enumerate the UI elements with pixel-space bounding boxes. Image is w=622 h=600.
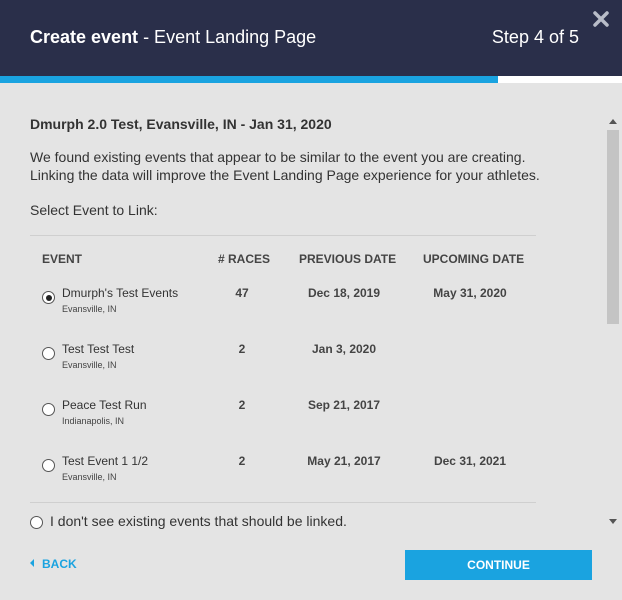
- event-races: 2: [238, 454, 246, 468]
- progress-bar-fill: [0, 76, 498, 83]
- scroll-up-arrow-icon[interactable]: [609, 119, 617, 124]
- event-previous-date: May 21, 2017: [307, 454, 381, 468]
- col-header-upcoming-date: UPCOMING DATE: [423, 252, 525, 266]
- event-races: 2: [238, 342, 246, 356]
- modal-content: Dmurph 2.0 Test, Evansville, IN - Jan 31…: [0, 83, 604, 530]
- no-match-radio[interactable]: [30, 516, 43, 529]
- event-location: Evansville, IN: [62, 360, 117, 370]
- event-radio[interactable]: [42, 291, 55, 304]
- col-header-event: EVENT: [42, 252, 83, 266]
- event-heading: Dmurph 2.0 Test, Evansville, IN - Jan 31…: [30, 116, 332, 132]
- table-bottom-divider: [30, 502, 536, 503]
- back-button[interactable]: BACK: [30, 557, 77, 571]
- table-header: EVENT # RACES PREVIOUS DATE UPCOMING DAT…: [30, 236, 536, 278]
- col-header-previous-date: PREVIOUS DATE: [299, 252, 397, 266]
- step-indicator: Step 4 of 5: [491, 27, 579, 47]
- continue-button[interactable]: CONTINUE: [405, 550, 592, 580]
- event-previous-date: Dec 18, 2019: [307, 286, 381, 300]
- event-upcoming-date: Dec 31, 2021: [433, 454, 507, 468]
- event-name: Test Test Test: [62, 342, 135, 356]
- event-table: EVENT # RACES PREVIOUS DATE UPCOMING DAT…: [30, 235, 536, 503]
- event-previous-date: Jan 3, 2020: [311, 342, 377, 356]
- event-radio[interactable]: [42, 347, 55, 360]
- chevron-left-icon: [30, 559, 34, 567]
- scroll-down-arrow-icon[interactable]: [609, 519, 617, 524]
- event-name: Dmurph's Test Events: [62, 286, 179, 300]
- modal-title: Create event - Event Landing Page: [30, 27, 316, 48]
- event-upcoming-date: May 31, 2020: [433, 286, 507, 300]
- table-row[interactable]: Test Test Test Evansville, IN 2 Jan 3, 2…: [30, 334, 536, 390]
- event-races: 2: [238, 398, 246, 412]
- event-location: Evansville, IN: [62, 304, 117, 314]
- table-row[interactable]: Test Event 1 1/2 Evansville, IN 2 May 21…: [30, 446, 536, 502]
- event-radio[interactable]: [42, 459, 55, 472]
- event-radio[interactable]: [42, 403, 55, 416]
- modal-header: Create event - Event Landing Page Step 4…: [0, 0, 622, 76]
- vertical-scrollbar[interactable]: [604, 114, 622, 530]
- progress-bar: [0, 76, 622, 83]
- event-name: Peace Test Run: [62, 398, 147, 412]
- col-header-races: # RACES: [218, 252, 271, 266]
- event-previous-date: Sep 21, 2017: [307, 398, 381, 412]
- back-label: BACK: [42, 557, 77, 571]
- event-name: Test Event 1 1/2: [62, 454, 149, 468]
- event-location: Indianapolis, IN: [62, 416, 125, 426]
- select-event-label: Select Event to Link:: [30, 202, 158, 218]
- table-row[interactable]: Peace Test Run Indianapolis, IN 2 Sep 21…: [30, 390, 536, 446]
- table-row[interactable]: Dmurph's Test Events Evansville, IN 47 D…: [30, 278, 536, 334]
- intro-text: We found existing events that appear to …: [30, 149, 540, 183]
- no-match-label: I don't see existing events that should …: [50, 513, 347, 529]
- event-races: 47: [235, 286, 249, 300]
- scrollbar-thumb[interactable]: [607, 130, 619, 324]
- scrollbar-track[interactable]: [607, 130, 619, 514]
- event-location: Evansville, IN: [62, 472, 117, 482]
- close-icon[interactable]: [590, 8, 612, 30]
- title-strong: Create event: [30, 27, 139, 47]
- title-rest: - Event Landing Page: [138, 27, 317, 47]
